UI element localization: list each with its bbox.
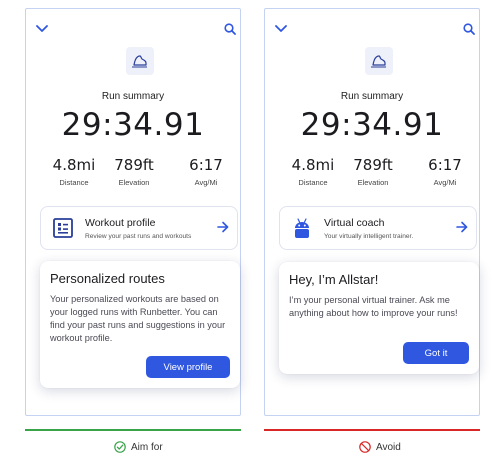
stat-distance: 4.8mi Distance — [44, 156, 104, 187]
virtual-coach-tile[interactable]: Virtual coach Your virtually intelligent… — [279, 206, 477, 250]
stat-label: Distance — [298, 178, 328, 187]
avoid-verdict: Avoid — [359, 440, 401, 454]
card-title: Hey, I’m Allstar! — [289, 272, 379, 287]
virtual-coach-intro-card: Hey, I’m Allstar! I’m your personal virt… — [279, 262, 479, 374]
phone-screen-avoid: Run summary 29:34.91 4.8mi Distance 789f… — [264, 8, 480, 416]
tile-title: Workout profile — [85, 217, 156, 229]
search-icon[interactable] — [463, 23, 475, 35]
stat-avg-pace: 6:17 Avg/Mi — [415, 156, 475, 187]
run-time: 29:34.91 — [61, 107, 205, 143]
card-body: I’m your personal virtual trainer. Ask m… — [289, 295, 458, 318]
shoe-icon — [371, 55, 386, 68]
phone-screen-aim-for: Run summary 29:34.91 4.8mi Distance 789f… — [25, 8, 241, 416]
stat-label: Avg/Mi — [194, 178, 218, 187]
stat-value: 789ft — [114, 156, 154, 174]
personalized-routes-card: Personalized routes Your personalized wo… — [40, 261, 240, 388]
tile-subtitle: Review your past runs and workouts — [85, 233, 192, 240]
stat-distance: 4.8mi Distance — [283, 156, 343, 187]
shoe-icon — [132, 55, 147, 68]
run-summary-title: Run summary — [340, 91, 404, 102]
stat-elevation: 789ft Elevation — [104, 156, 164, 187]
workout-profile-tile[interactable]: Workout profile Review your past runs an… — [40, 206, 238, 250]
stat-label: Distance — [59, 178, 89, 187]
app-logo — [365, 47, 393, 75]
arrow-right-icon[interactable] — [456, 221, 468, 233]
android-robot-icon — [295, 218, 309, 238]
stat-elevation: 789ft Elevation — [343, 156, 403, 187]
profile-list-icon — [53, 218, 73, 238]
stat-value: 789ft — [353, 156, 393, 174]
tile-subtitle: Your virtually intelligent trainer. — [324, 233, 414, 240]
verdict-label: Avoid — [376, 441, 401, 453]
prohibited-icon — [359, 441, 371, 453]
chevron-down-icon[interactable] — [36, 25, 48, 33]
tile-title: Virtual coach — [324, 217, 385, 229]
aim-for-rule — [25, 429, 241, 431]
stat-label: Avg/Mi — [433, 178, 457, 187]
stat-value: 4.8mi — [291, 156, 335, 174]
stat-value: 6:17 — [189, 156, 223, 174]
run-summary-title: Run summary — [101, 91, 165, 102]
stat-label: Elevation — [357, 178, 389, 187]
stat-label: Elevation — [118, 178, 150, 187]
avoid-rule — [264, 429, 480, 431]
view-profile-button[interactable]: View profile — [146, 356, 230, 378]
stat-avg-pace: 6:17 Avg/Mi — [176, 156, 236, 187]
stat-value: 6:17 — [428, 156, 462, 174]
verdict-label: Aim for — [131, 441, 163, 453]
aim-for-verdict: Aim for — [114, 440, 163, 454]
card-body: Your personalized workouts are based on … — [50, 294, 226, 343]
got-it-button[interactable]: Got it — [403, 342, 469, 364]
stat-value: 4.8mi — [52, 156, 96, 174]
search-icon[interactable] — [224, 23, 236, 35]
run-time: 29:34.91 — [300, 107, 444, 143]
arrow-right-icon[interactable] — [217, 221, 229, 233]
app-logo — [126, 47, 154, 75]
chevron-down-icon[interactable] — [275, 25, 287, 33]
card-title: Personalized routes — [50, 271, 165, 286]
check-circle-icon — [114, 441, 126, 453]
